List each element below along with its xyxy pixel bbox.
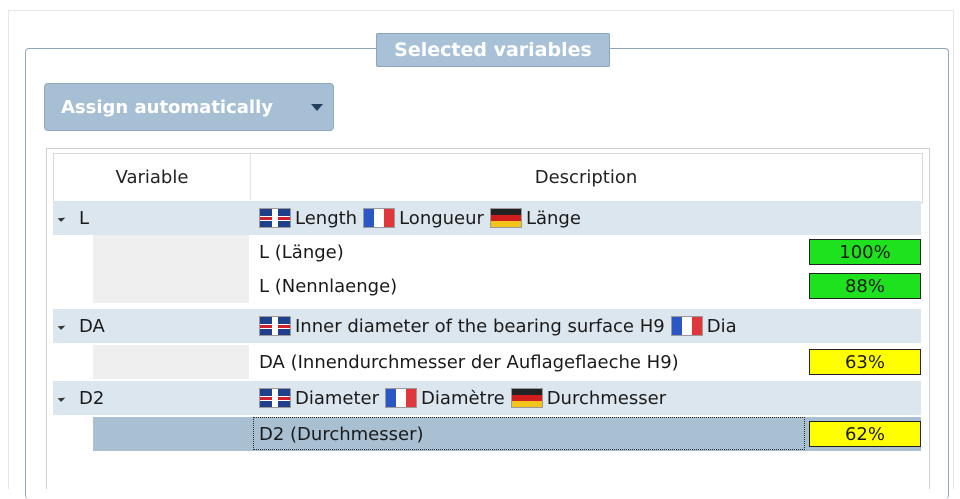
match-score: 63% (809, 349, 921, 375)
column-header-description[interactable]: Description (251, 154, 921, 200)
match-score: 88% (809, 273, 921, 299)
variables-tree[interactable]: Variable Description L Length Longueur L… (46, 148, 930, 489)
variable-name: D2 (79, 387, 105, 409)
column-header-variable[interactable]: Variable (54, 154, 251, 200)
variable-description: Length Longueur Länge (259, 201, 917, 235)
match-label: D2 (Durchmesser) (259, 423, 424, 445)
tree-row-L[interactable]: L Length Longueur Länge (53, 201, 921, 235)
variable-description: Diameter Diamètre Durchmesser (259, 381, 917, 415)
variable-description: Inner diameter of the bearing surface H9… (259, 309, 805, 343)
tree-row-child[interactable]: L (Länge) 100% (53, 235, 921, 269)
match-score: 100% (809, 239, 921, 265)
match-label: DA (Innendurchmesser der Auflageflaeche … (259, 351, 679, 373)
uk-flag-icon (259, 388, 291, 408)
germany-flag-icon (489, 208, 522, 228)
france-flag-icon (385, 388, 418, 408)
tree-row-child[interactable]: DA (Innendurchmesser der Auflageflaeche … (53, 345, 921, 379)
tree-row-child[interactable]: L (Nennlaenge) 88% (53, 269, 921, 303)
tree-header: Variable Description (53, 153, 923, 203)
match-score: 62% (809, 421, 921, 447)
uk-flag-icon (259, 316, 291, 336)
france-flag-icon (363, 208, 396, 228)
germany-flag-icon (510, 388, 543, 408)
variable-name: L (79, 207, 90, 229)
collapse-triangle-icon[interactable] (57, 394, 66, 402)
france-flag-icon (670, 316, 703, 336)
uk-flag-icon (259, 208, 291, 228)
collapse-triangle-icon[interactable] (57, 214, 66, 222)
assign-automatically-button[interactable]: Assign automatically (44, 83, 334, 131)
tree-row-DA[interactable]: DA Inner diameter of the bearing surface… (53, 309, 921, 343)
tree-row-D2[interactable]: D2 Diameter Diamètre Durchmesser (53, 381, 921, 415)
match-label: L (Länge) (259, 241, 344, 263)
assign-automatically-label: Assign automatically (61, 96, 273, 118)
tree-row-child-selected[interactable]: D2 (Durchmesser) 62% (93, 417, 921, 451)
group-title: Selected variables (376, 33, 610, 67)
collapse-triangle-icon[interactable] (57, 322, 66, 330)
match-label: L (Nennlaenge) (259, 275, 398, 297)
chevron-down-icon[interactable] (311, 103, 323, 111)
variable-name: DA (79, 315, 105, 337)
